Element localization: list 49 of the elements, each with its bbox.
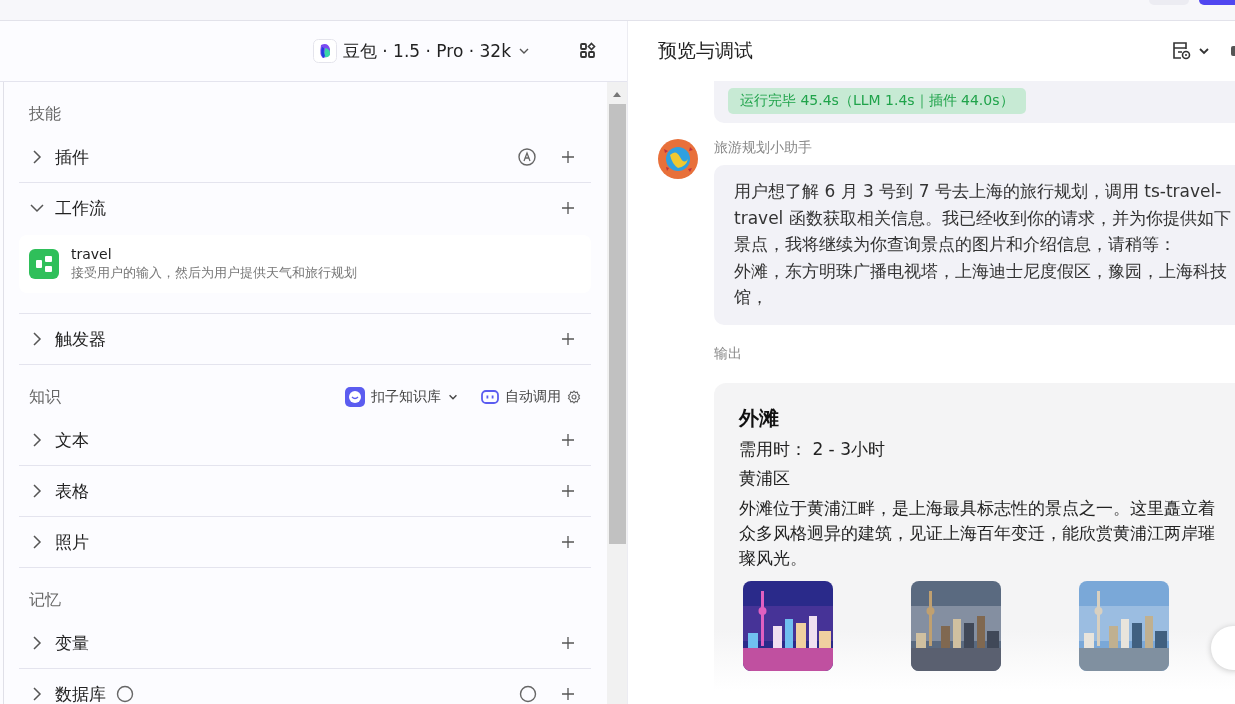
place-description: 外滩位于黄浦江畔，是上海最具标志性的景点之一。这里矗立着众多风格迥异的建筑，见证上海百年变迁，能欣赏黄浦江两岸璀璨风光。 bbox=[739, 497, 1216, 570]
primary-button[interactable] bbox=[1199, 0, 1235, 5]
place-duration: 需用时： 2 - 3小时 bbox=[739, 437, 886, 461]
message-text: 用户想了解 6 月 3 号到 7 号去上海的旅行规划，调用 ts-travel- travel 函数获取相关信息。我已经收到你的请求，并为你提供如下 景点，我将继续为你查询景点的图片和介绍信息，请稍等： 外滩，东方明珠广播电视塔，上海迪士尼度假区，豫园，上海科技 馆， bbox=[714, 165, 1235, 325]
document-settings-icon bbox=[1171, 40, 1193, 62]
model-selector[interactable]: 豆包 · 1.5 · Pro · 32k bbox=[312, 39, 531, 63]
workflow-description: 接受用户的输入，然后为用户提供天气和旅行规划 bbox=[71, 264, 357, 282]
robot-icon bbox=[481, 389, 499, 405]
item-label[interactable]: 表格 bbox=[55, 479, 89, 503]
run-status: 运行完毕 45.4s（LLM 1.4s｜插件 44.0s） bbox=[728, 88, 1026, 114]
place-district: 黄浦区 bbox=[739, 466, 791, 490]
add-icon[interactable] bbox=[561, 636, 575, 650]
avatar-icon bbox=[658, 139, 698, 179]
info-icon[interactable] bbox=[519, 685, 537, 703]
info-icon[interactable] bbox=[116, 685, 134, 703]
model-logo-icon bbox=[312, 39, 337, 63]
scrollbar[interactable] bbox=[607, 82, 627, 704]
auto-call-setting[interactable]: 自动调用 bbox=[481, 388, 581, 406]
panel-title: 预览与调试 bbox=[658, 38, 753, 63]
item-label[interactable]: 工作流 bbox=[55, 196, 106, 220]
place-title: 外滩 bbox=[739, 404, 780, 432]
add-icon[interactable] bbox=[561, 484, 575, 498]
grid-icon[interactable] bbox=[579, 42, 597, 60]
item-label[interactable]: 变量 bbox=[55, 631, 89, 655]
sender-name: 旅游规划小助手 bbox=[714, 139, 813, 157]
knowledge-selector[interactable]: 扣子知识库 bbox=[345, 387, 459, 407]
scrollbar-thumb[interactable] bbox=[608, 104, 626, 544]
debug-menu-button[interactable] bbox=[1171, 40, 1211, 62]
add-icon[interactable] bbox=[561, 150, 575, 164]
output-label: 输出 bbox=[714, 344, 743, 363]
section-title: 技能 bbox=[29, 103, 61, 125]
add-icon[interactable] bbox=[561, 433, 575, 447]
item-label[interactable]: 插件 bbox=[55, 145, 89, 169]
workflow-name: travel bbox=[71, 246, 113, 262]
settings-icon bbox=[567, 390, 581, 404]
auto-mode-icon[interactable] bbox=[517, 147, 537, 167]
item-label[interactable]: 照片 bbox=[55, 530, 89, 554]
scroll-up-icon[interactable] bbox=[612, 90, 622, 98]
workflow-icon bbox=[29, 249, 59, 279]
item-label[interactable]: 触发器 bbox=[55, 327, 106, 351]
library-logo-icon bbox=[345, 387, 365, 407]
add-icon[interactable] bbox=[561, 201, 575, 215]
section-title: 记忆 bbox=[29, 589, 61, 611]
item-label[interactable]: 文本 bbox=[55, 428, 89, 452]
item-label[interactable]: 数据库 bbox=[55, 682, 106, 704]
add-icon[interactable] bbox=[561, 687, 575, 701]
add-icon[interactable] bbox=[561, 535, 575, 549]
section-title: 知识 bbox=[29, 386, 61, 408]
add-icon[interactable] bbox=[561, 332, 575, 346]
